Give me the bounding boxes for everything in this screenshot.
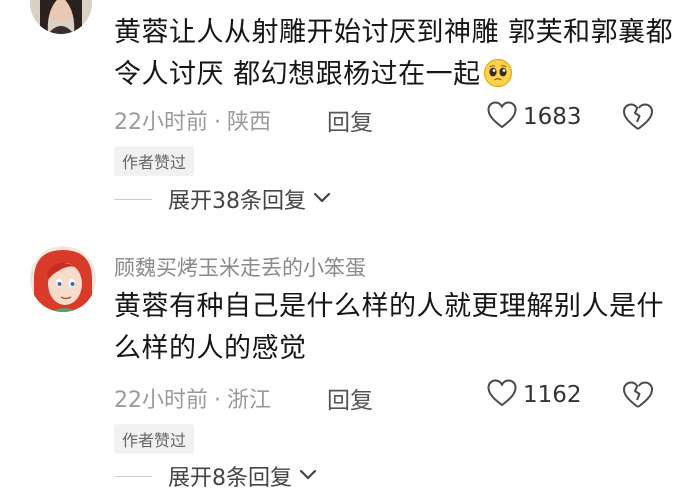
expand-divider-line <box>114 475 152 477</box>
comment-meta: 22小时前 · 陕西 <box>114 104 271 136</box>
meta-separator: · <box>214 110 221 135</box>
chevron-down-icon <box>312 190 332 209</box>
comment-text: 黄蓉让人从射雕开始讨厌到神雕 郭芙和郭襄都令人讨厌 都幻想跟杨过在一起 <box>114 12 674 96</box>
expand-replies-label: 展开8条回复 <box>168 466 292 491</box>
comment-thread: 黄蓉让人从射雕开始讨厌到神雕 郭芙和郭襄都令人讨厌 都幻想跟杨过在一起 22小时… <box>0 0 690 496</box>
heart-outline-icon <box>487 379 517 411</box>
expand-replies-label: 展开38条回复 <box>168 189 306 214</box>
reply-button[interactable]: 回复 <box>327 103 373 137</box>
broken-heart-icon[interactable] <box>622 102 654 136</box>
comment-location: 陕西 <box>227 110 272 135</box>
reply-button[interactable]: 回复 <box>327 381 373 415</box>
comment-text-content: 黄蓉有种自己是什么样的人就更理解别人是什么样的人的感觉 <box>114 291 664 364</box>
like-count: 1683 <box>523 104 582 130</box>
author-liked-badge: 作者赞过 <box>114 146 195 176</box>
comment-meta: 22小时前 · 浙江 <box>114 382 271 414</box>
comment-time: 22小时前 <box>114 110 208 135</box>
like-count: 1162 <box>523 382 582 408</box>
avatar[interactable] <box>30 246 96 312</box>
avatar[interactable] <box>30 0 92 34</box>
expand-replies-button[interactable]: 展开8条回复 <box>114 460 318 492</box>
comment-location: 浙江 <box>227 388 272 413</box>
broken-heart-icon[interactable] <box>622 380 654 414</box>
like-button[interactable]: 1683 <box>487 101 582 133</box>
expand-replies-button[interactable]: 展开38条回复 <box>114 183 332 215</box>
comment-username[interactable]: 顾魏买烤玉米走丢的小笨蛋 <box>114 252 366 282</box>
comment-time: 22小时前 <box>114 388 208 413</box>
heart-outline-icon <box>487 101 517 133</box>
chevron-down-icon <box>298 467 318 486</box>
meta-separator: · <box>214 388 221 413</box>
expand-divider-line <box>114 198 152 200</box>
author-liked-badge: 作者赞过 <box>114 424 195 454</box>
comment-text: 黄蓉有种自己是什么样的人就更理解别人是什么样的人的感觉 <box>114 286 674 370</box>
pleading-face-emoji <box>483 58 513 88</box>
comment-text-content: 黄蓉让人从射雕开始讨厌到神雕 郭芙和郭襄都令人讨厌 都幻想跟杨过在一起 <box>114 17 674 90</box>
like-button[interactable]: 1162 <box>487 379 582 411</box>
